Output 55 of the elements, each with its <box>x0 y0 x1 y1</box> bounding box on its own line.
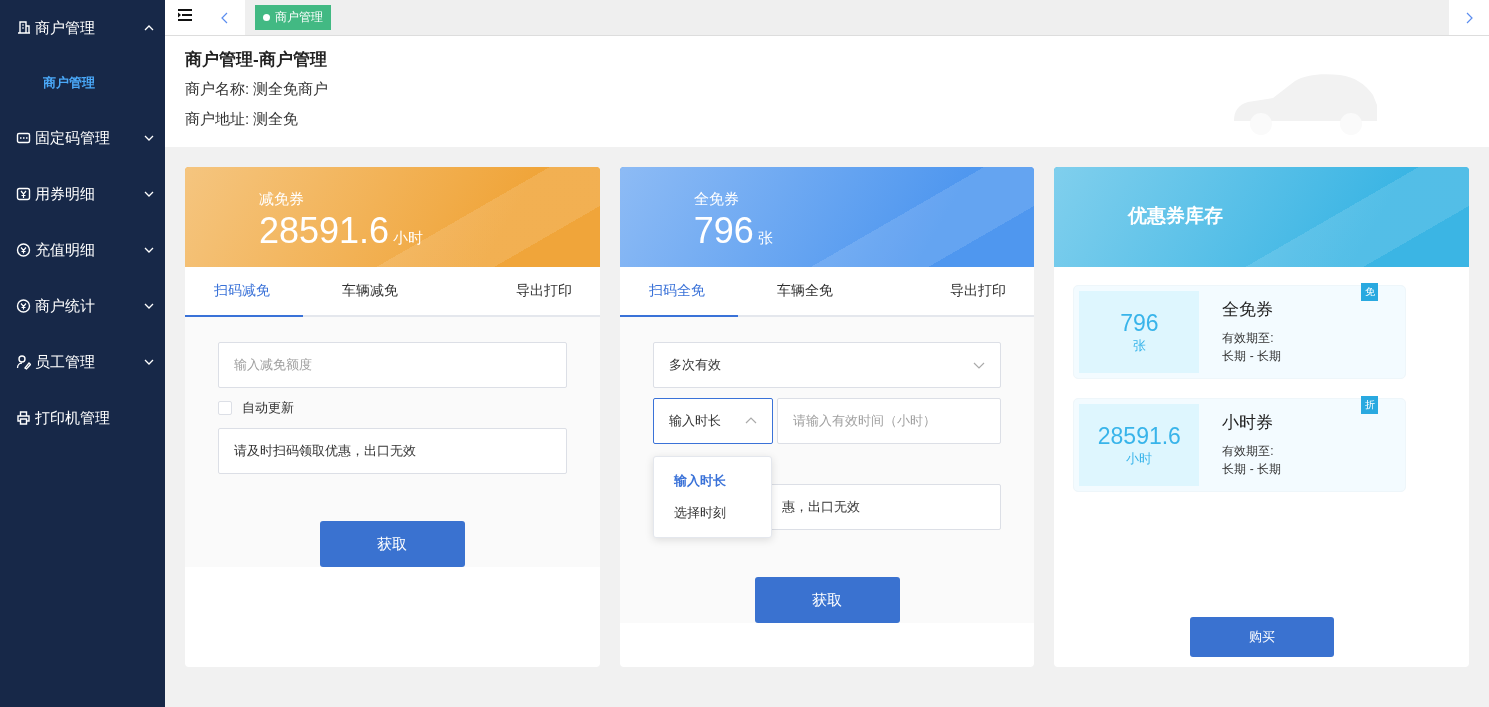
amount-unit: 张 <box>757 229 773 248</box>
validity-label: 有效期至: <box>1222 330 1275 347</box>
amount-unit: 小时 <box>393 229 424 248</box>
chevron-right-icon <box>1465 11 1473 24</box>
coupon-amount: 28591.6 <box>1097 422 1181 450</box>
building-icon <box>16 20 31 36</box>
keyboard-icon <box>16 130 31 146</box>
printer-icon <box>16 410 31 426</box>
scroll-left-button[interactable] <box>205 0 245 35</box>
amount-value: 796 <box>693 209 754 253</box>
validity-text: 长期 - 长期 <box>1222 348 1281 365</box>
get-button[interactable]: 获取 <box>754 577 900 623</box>
sidebar-item[interactable]: 商户管理 <box>0 0 165 56</box>
tab[interactable]: 车辆减免 <box>303 267 438 317</box>
sidebar-item[interactable]: 用券明细 <box>0 166 165 222</box>
tab[interactable]: 导出打印 <box>872 267 1035 317</box>
coupon-tag: 折 <box>1361 396 1379 414</box>
sidebar-item[interactable]: 打印机管理 <box>0 390 165 446</box>
sidebar-item[interactable]: 商户统计 <box>0 278 165 334</box>
ticket-icon <box>16 186 31 202</box>
buy-button[interactable]: 购买 <box>1189 617 1334 657</box>
coupon-unit: 张 <box>1132 337 1146 355</box>
card-title: 减免券 <box>259 189 305 209</box>
sidebar-subitem[interactable]: 商户管理 <box>0 56 165 110</box>
input-field[interactable]: 请及时扫码领取优惠，出口无效 <box>218 428 567 474</box>
user-icon <box>16 354 31 370</box>
select-field[interactable]: 输入时长 <box>652 398 773 444</box>
scroll-right-button[interactable] <box>1449 0 1489 35</box>
page-title: 商户管理-商户管理 <box>185 49 328 71</box>
coupon-name: 全免券 <box>1222 299 1275 321</box>
tab[interactable]: 导出打印 <box>437 267 600 317</box>
coupon-name: 小时券 <box>1222 412 1275 434</box>
coupon-unit: 小时 <box>1126 450 1153 468</box>
info-text: 商户名称: 测全免商户 <box>185 79 330 99</box>
tab[interactable]: 车辆全免 <box>737 267 872 317</box>
amount-value: 28591.6 <box>259 209 390 253</box>
checkbox[interactable] <box>218 401 232 415</box>
chevron-left-icon <box>221 11 229 24</box>
select-field[interactable]: 多次有效 <box>652 342 1002 388</box>
coin-icon <box>16 298 31 314</box>
coupon-tag: 免 <box>1361 283 1379 301</box>
card-title: 优惠券库存 <box>1128 204 1224 228</box>
validity-text: 长期 - 长期 <box>1222 461 1281 478</box>
checkbox-label: 自动更新 <box>242 399 294 417</box>
menu-icon <box>178 8 192 21</box>
coin-icon <box>16 242 31 258</box>
dropdown-option[interactable]: 选择时刻 <box>653 497 771 529</box>
sidebar-item[interactable]: 员工管理 <box>0 334 165 390</box>
info-text: 商户地址: 测全免 <box>185 109 300 129</box>
get-button[interactable]: 获取 <box>319 521 465 567</box>
validity-label: 有效期至: <box>1222 443 1275 460</box>
sidebar-item[interactable]: 固定码管理 <box>0 110 165 166</box>
coupon-amount: 796 <box>1120 309 1159 337</box>
card-title: 全免券 <box>693 189 740 209</box>
sidebar-item[interactable]: 充值明细 <box>0 222 165 278</box>
